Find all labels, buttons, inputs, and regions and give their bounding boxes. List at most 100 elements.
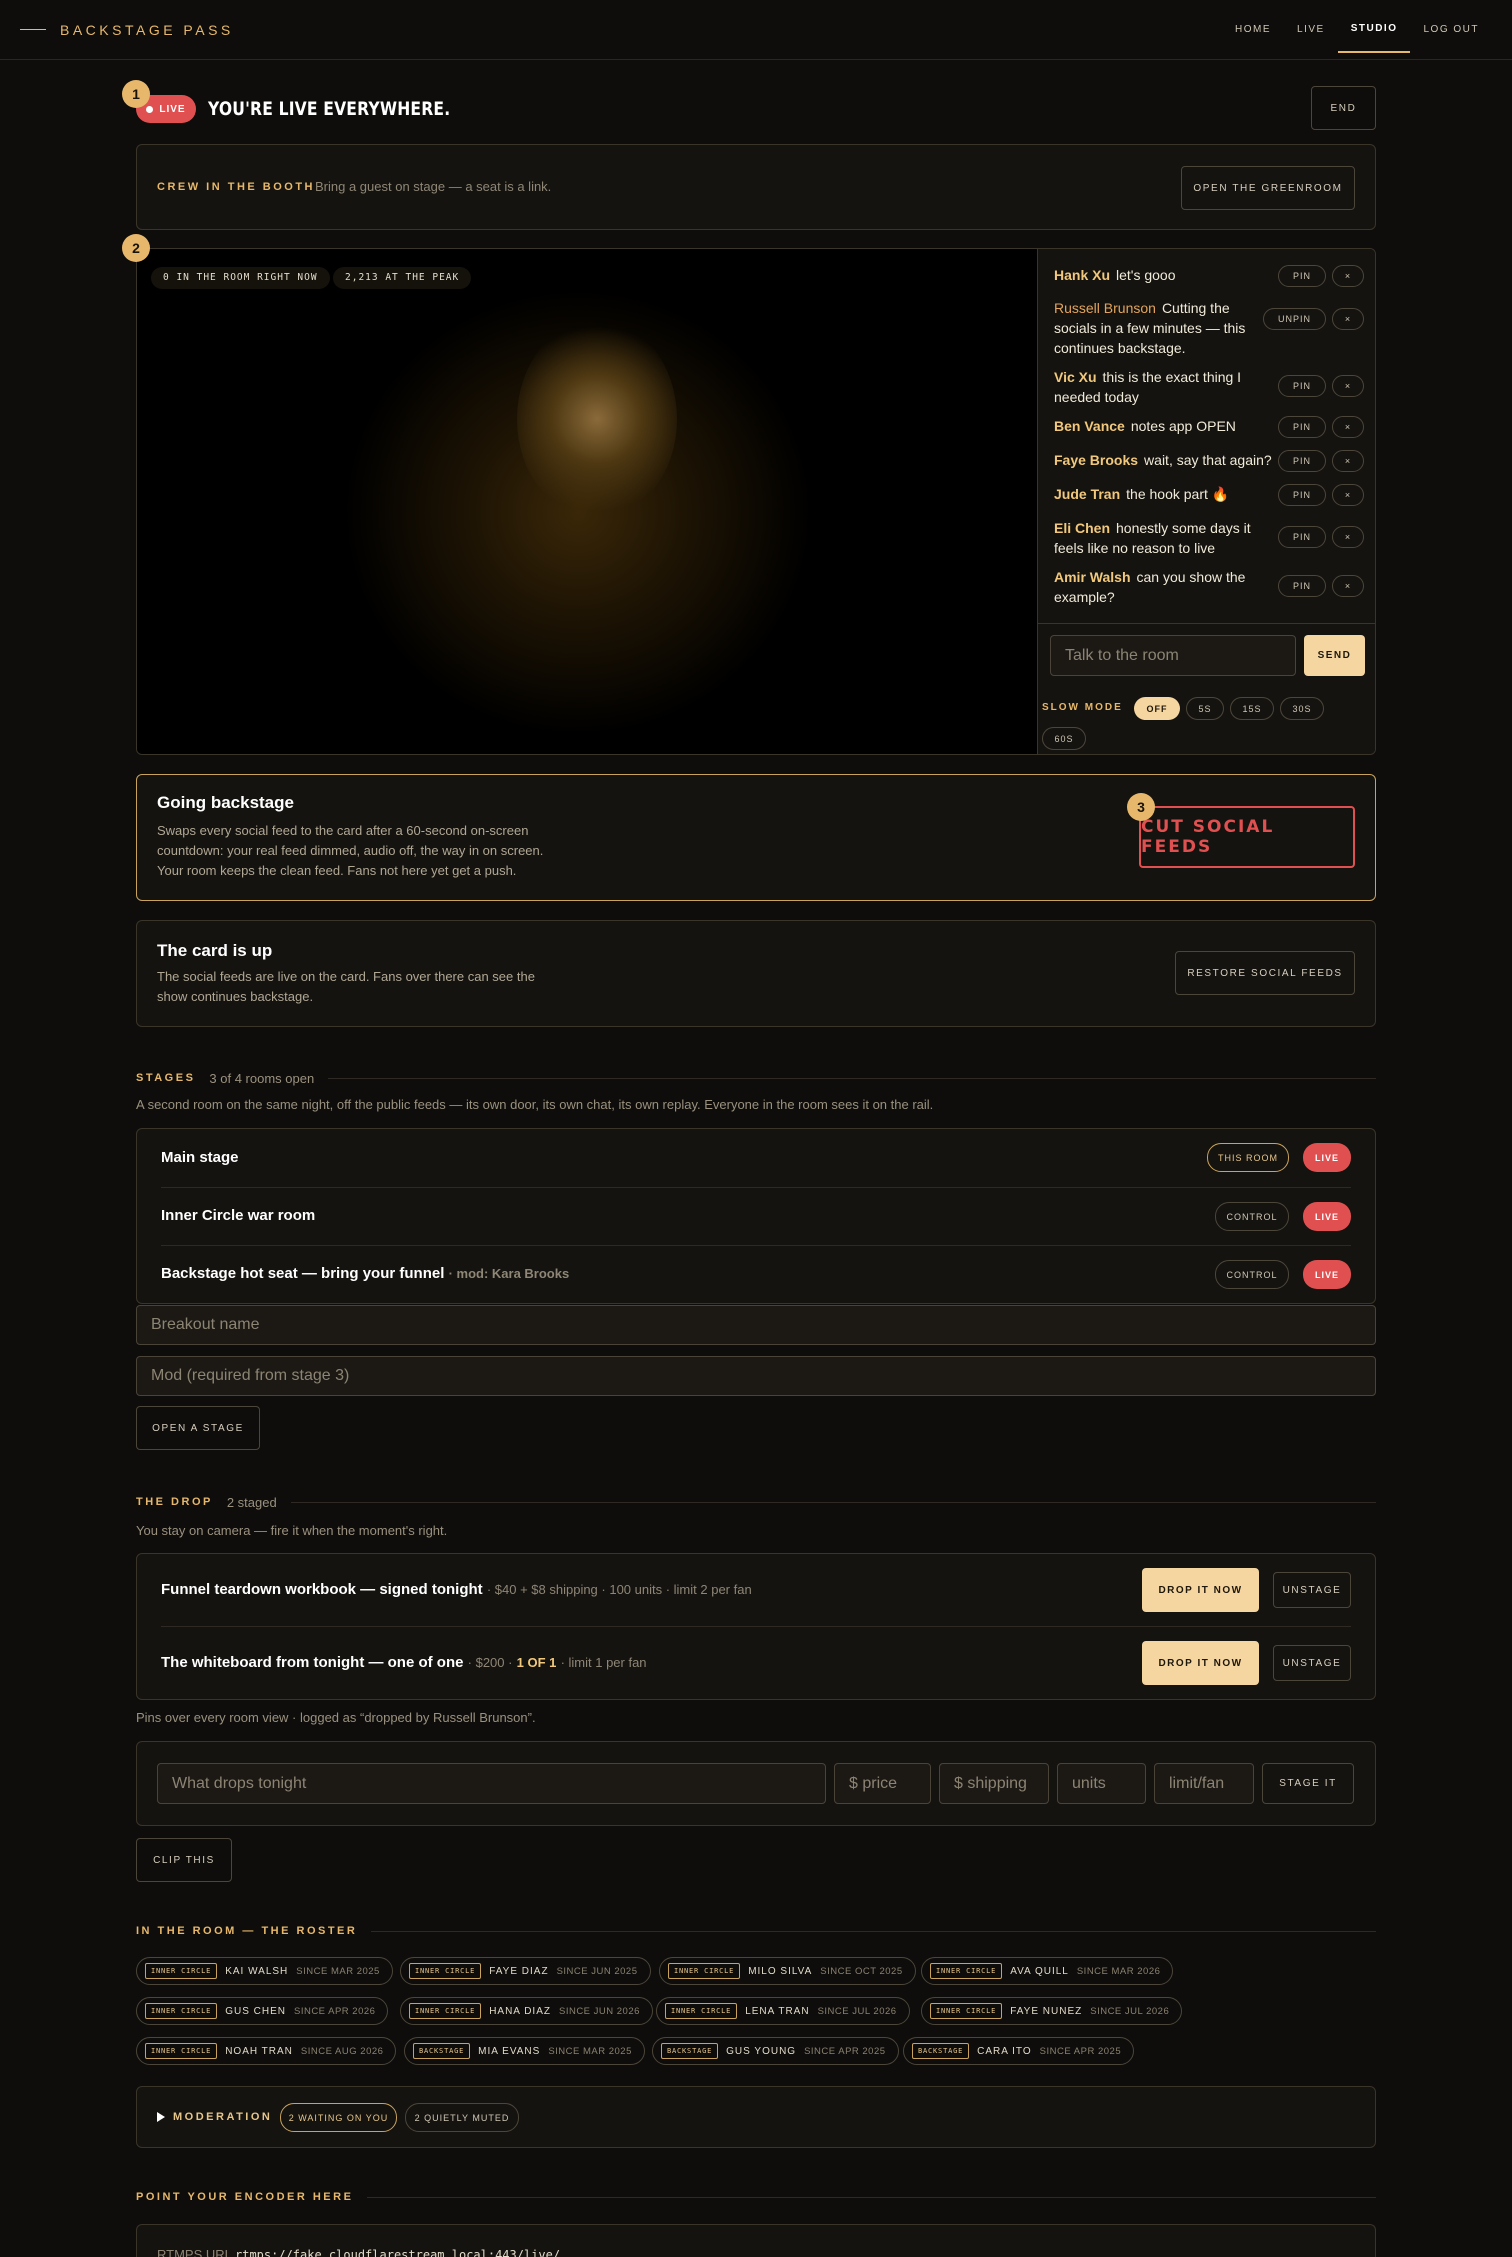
roster-member[interactable]: BACKSTAGE MIA EVANS SINCE MAR 2025 <box>404 2037 645 2065</box>
backstage-panel: Going backstage Swaps every social feed … <box>136 774 1376 901</box>
moderation-panel[interactable]: MODERATION 2 WAITING ON YOU 2 QUIETLY MU… <box>136 2086 1376 2148</box>
chat-author[interactable]: Jude Tran <box>1054 486 1120 502</box>
mod-input[interactable]: Mod (required from stage 3) <box>136 1356 1376 1396</box>
chat-message: Jude Tran the hook part 🔥 PIN × <box>1054 484 1364 506</box>
chat-author[interactable]: Faye Brooks <box>1054 452 1138 468</box>
end-button[interactable]: END <box>1311 86 1376 130</box>
roster-member[interactable]: INNER CIRCLE HANA DIAZ SINCE JUN 2026 <box>400 1997 653 2025</box>
open-stage-button[interactable]: OPEN A STAGE <box>136 1406 260 1450</box>
drop-limit-input[interactable]: limit/fan <box>1154 1763 1254 1804</box>
encoder-label: POINT YOUR ENCODER HERE <box>136 2191 354 2203</box>
nav-live[interactable]: LIVE <box>1284 0 1338 60</box>
stage-it-button[interactable]: STAGE IT <box>1262 1763 1354 1804</box>
expand-triangle-icon[interactable] <box>157 2112 165 2122</box>
drop-it-now-button[interactable]: DROP IT NOW <box>1142 1641 1259 1685</box>
pin-button[interactable]: PIN <box>1277 416 1326 438</box>
drop-header: THE DROP 2 staged <box>136 1492 1376 1512</box>
remove-message-icon[interactable]: × <box>1332 484 1364 506</box>
chat-author[interactable]: Amir Walsh <box>1054 569 1131 585</box>
pin-button[interactable]: PIN <box>1277 526 1326 548</box>
open-greenroom-button[interactable]: OPEN THE GREENROOM <box>1181 166 1355 210</box>
roster-member[interactable]: INNER CIRCLE LENA TRAN SINCE JUL 2026 <box>656 1997 910 2025</box>
roster-member[interactable]: INNER CIRCLE NOAH TRAN SINCE AUG 2026 <box>136 2037 397 2065</box>
member-name: KAI WALSH <box>225 1965 289 1977</box>
restore-social-feeds-button[interactable]: RESTORE SOCIAL FEEDS <box>1175 951 1355 995</box>
video-preview[interactable]: 0 IN THE ROOM RIGHT NOW 2,213 AT THE PEA… <box>137 249 1037 754</box>
stage-control-button[interactable]: CONTROL <box>1215 1202 1289 1231</box>
muted-badge[interactable]: 2 QUIETLY MUTED <box>405 2103 519 2132</box>
drop-shipping-input[interactable]: $ shipping <box>939 1763 1049 1804</box>
chat-input[interactable]: Talk to the room <box>1050 635 1296 676</box>
chat-message-pinned: Russell Brunson Cutting the socials in a … <box>1054 298 1364 358</box>
remove-message-icon[interactable]: × <box>1332 308 1364 330</box>
nav-studio[interactable]: STUDIO <box>1337 7 1411 53</box>
remove-message-icon[interactable]: × <box>1332 375 1364 397</box>
roster-member[interactable]: INNER CIRCLE FAYE NUNEZ SINCE JUL 2026 <box>921 1997 1183 2025</box>
drop-it-now-button[interactable]: DROP IT NOW <box>1142 1568 1259 1612</box>
step-badge-2: 2 <box>122 234 150 262</box>
pin-button[interactable]: PIN <box>1277 575 1326 597</box>
room-count-stat: 0 IN THE ROOM RIGHT NOW <box>151 267 330 289</box>
member-since: SINCE AUG 2026 <box>300 2045 384 2057</box>
slow-option-5s[interactable]: 5S <box>1186 697 1224 720</box>
slow-option-off[interactable]: OFF <box>1134 697 1180 720</box>
member-name: LENA TRAN <box>745 2005 810 2017</box>
slow-option-30s[interactable]: 30S <box>1280 697 1324 720</box>
roster-member[interactable]: INNER CIRCLE GUS CHEN SINCE APR 2026 <box>136 1997 389 2025</box>
step-badge-3: 3 <box>1127 793 1155 821</box>
rtmps-url[interactable]: rtmps://fake.cloudflarestream.local:443/… <box>235 2248 560 2257</box>
roster-member[interactable]: BACKSTAGE CARA ITO SINCE APR 2025 <box>903 2037 1135 2065</box>
remove-message-icon[interactable]: × <box>1332 575 1364 597</box>
card-panel: The card is up The social feeds are live… <box>136 920 1376 1027</box>
tier-badge: BACKSTAGE <box>661 2043 719 2059</box>
stage-control-button[interactable]: CONTROL <box>1215 1260 1289 1289</box>
member-name: CARA ITO <box>977 2045 1032 2057</box>
remove-message-icon[interactable]: × <box>1332 265 1364 287</box>
roster-header: IN THE ROOM — THE ROSTER <box>136 1921 1376 1941</box>
chat-list[interactable]: Hank Xu let's gooo PIN × Russell Brunson Cu… <box>1038 249 1375 621</box>
pin-button[interactable]: PIN <box>1277 265 1326 287</box>
chat-author[interactable]: Eli Chen <box>1054 520 1110 536</box>
roster-member[interactable]: BACKSTAGE GUS YOUNG SINCE APR 2025 <box>652 2037 899 2065</box>
unstage-button[interactable]: UNSTAGE <box>1273 1645 1351 1681</box>
brand[interactable]: BACKSTAGE PASS <box>20 22 234 38</box>
roster-member[interactable]: INNER CIRCLE AVA QUILL SINCE MAR 2026 <box>921 1957 1174 1985</box>
encoder-panel: RTMPS URL rtmps://fake.cloudflarestream.… <box>136 2224 1376 2257</box>
unpin-button[interactable]: UNPIN <box>1262 308 1326 330</box>
waiting-badge[interactable]: 2 WAITING ON YOU <box>280 2103 397 2132</box>
nav-log-out[interactable]: LOG OUT <box>1410 0 1492 60</box>
clip-this-button[interactable]: CLIP THIS <box>136 1838 232 1882</box>
remove-message-icon[interactable]: × <box>1332 416 1364 438</box>
chat-author[interactable]: Hank Xu <box>1054 267 1110 283</box>
drop-item-name: Funnel teardown workbook — signed tonigh… <box>161 1581 483 1598</box>
cut-social-feeds-button[interactable]: CUT SOCIAL FEEDS <box>1139 806 1355 868</box>
stage-row: Backstage hot seat — bring your funnel ·… <box>161 1246 1351 1304</box>
drop-price-input[interactable]: $ price <box>834 1763 931 1804</box>
chat-divider <box>1038 623 1375 624</box>
breakout-name-input[interactable]: Breakout name <box>136 1305 1376 1345</box>
slow-option-60s[interactable]: 60S <box>1042 727 1086 750</box>
chat-message: Eli Chen honestly some days it feels like… <box>1054 518 1364 558</box>
member-name: HANA DIAZ <box>489 2005 551 2017</box>
roster-member[interactable]: INNER CIRCLE KAI WALSH SINCE MAR 2025 <box>136 1957 393 1985</box>
chat-author[interactable]: Russell Brunson <box>1054 300 1156 316</box>
unstage-button[interactable]: UNSTAGE <box>1273 1572 1351 1608</box>
pin-button[interactable]: PIN <box>1277 484 1326 506</box>
slow-option-15s[interactable]: 15S <box>1230 697 1274 720</box>
roster-member[interactable]: INNER CIRCLE MILO SILVA SINCE OCT 2025 <box>659 1957 916 1985</box>
tier-badge: INNER CIRCLE <box>145 2043 218 2059</box>
pin-button[interactable]: PIN <box>1277 450 1326 472</box>
remove-message-icon[interactable]: × <box>1332 450 1364 472</box>
drop-what-input[interactable]: What drops tonight <box>157 1763 826 1804</box>
video-glow <box>517 319 677 519</box>
chat-author[interactable]: Ben Vance <box>1054 418 1125 434</box>
rtmps-label: RTMPS URL <box>157 2247 232 2257</box>
drop-units-input[interactable]: units <box>1057 1763 1146 1804</box>
roster-member[interactable]: INNER CIRCLE FAYE DIAZ SINCE JUN 2025 <box>400 1957 651 1985</box>
tier-badge: INNER CIRCLE <box>409 2003 482 2019</box>
remove-message-icon[interactable]: × <box>1332 526 1364 548</box>
nav-home[interactable]: HOME <box>1222 0 1284 60</box>
pin-button[interactable]: PIN <box>1277 375 1326 397</box>
send-button[interactable]: SEND <box>1304 635 1365 676</box>
chat-author[interactable]: Vic Xu <box>1054 369 1097 385</box>
